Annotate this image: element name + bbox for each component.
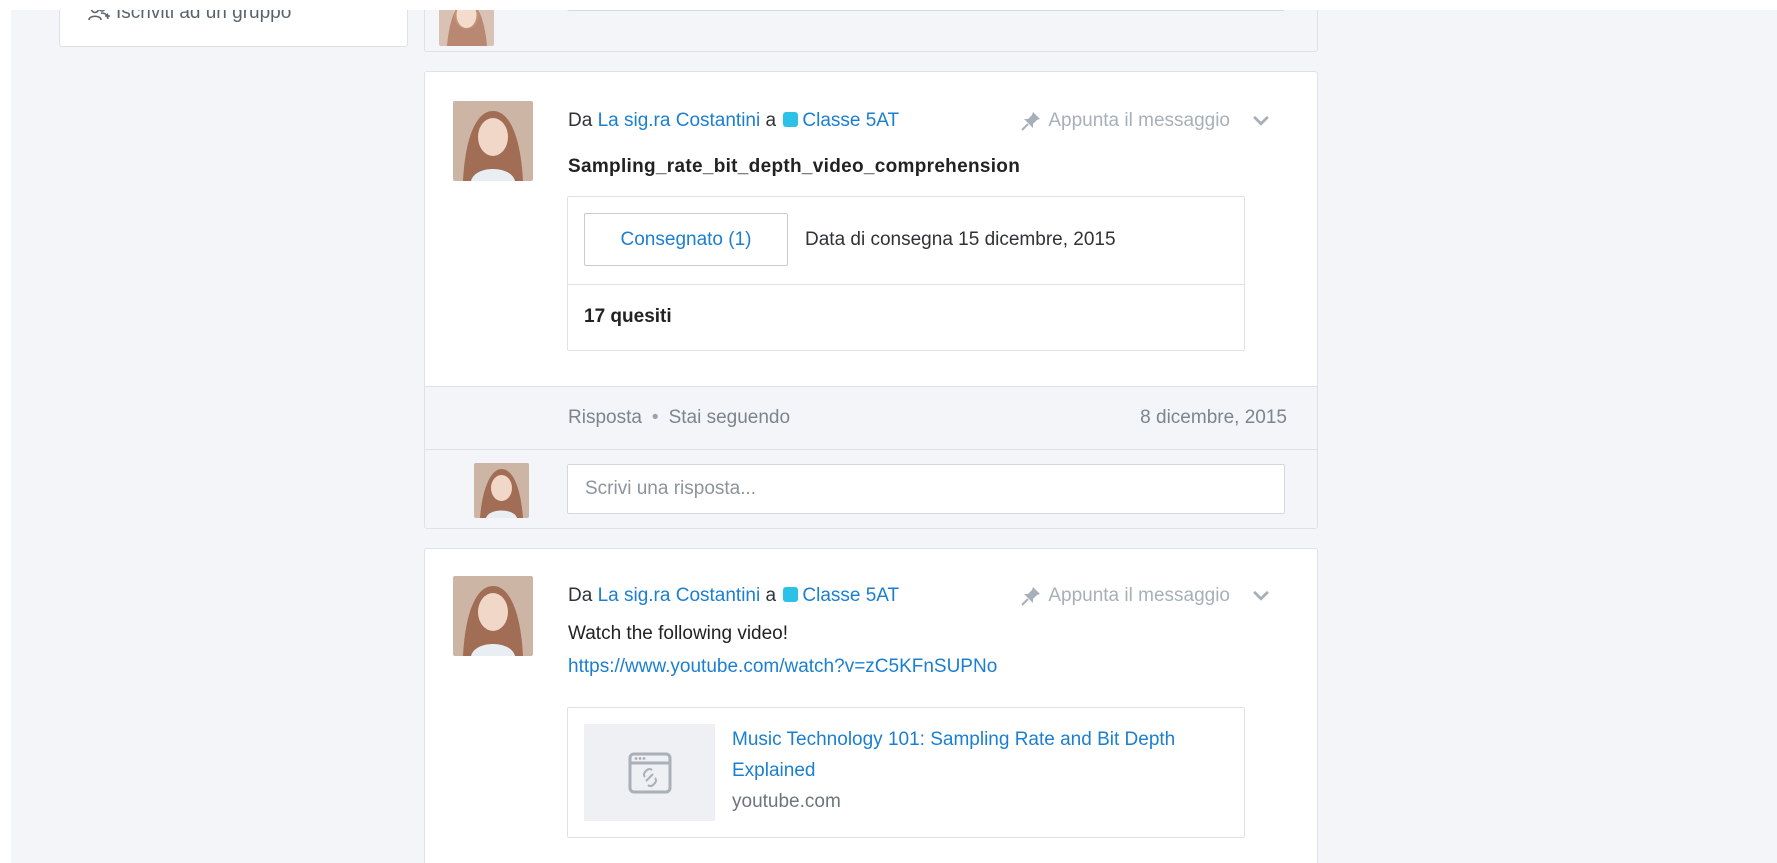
preview-domain: youtube.com xyxy=(732,791,841,812)
following-toggle[interactable]: Stai seguendo xyxy=(669,407,791,429)
reply-row xyxy=(425,449,1317,528)
turned-in-button[interactable]: Consegnato (1) xyxy=(584,213,788,266)
pin-icon xyxy=(1021,587,1041,606)
pin-icon xyxy=(1021,112,1041,131)
reply-link[interactable]: Risposta xyxy=(568,407,642,429)
pin-message-button[interactable]: Appunta il messaggio xyxy=(1020,585,1272,607)
post-header: Da La sig.ra Costantini a Classe 5AT xyxy=(568,585,899,607)
due-date: Data di consegna 15 dicembre, 2015 xyxy=(805,229,1116,250)
assignment-box: Consegnato (1) Data di consegna 15 dicem… xyxy=(567,196,1245,351)
to-word: a xyxy=(765,110,777,131)
group-color-square xyxy=(783,587,799,602)
footer-actions: Risposta • Stai seguendo xyxy=(568,407,790,429)
sidebar-groups-card: Iscriviti ad un gruppo xyxy=(59,10,408,47)
current-user-avatar xyxy=(474,463,529,518)
from-prefix: Da xyxy=(568,585,593,606)
previous-post-card xyxy=(424,10,1318,52)
separator-dot: • xyxy=(651,407,659,428)
from-prefix: Da xyxy=(568,110,593,131)
stream-page: Iscriviti ad un gruppo Da La sig.ra Cost… xyxy=(11,10,1777,863)
video-link[interactable]: https://www.youtube.com/watch?v=zC5KFnSU… xyxy=(568,656,997,677)
chevron-down-icon[interactable] xyxy=(1250,585,1272,607)
group-join-icon xyxy=(88,10,110,21)
author-avatar[interactable] xyxy=(453,101,533,181)
pin-label: Appunta il messaggio xyxy=(1048,585,1230,606)
chevron-down-icon[interactable] xyxy=(1250,110,1272,132)
author-link[interactable]: La sig.ra Costantini xyxy=(598,585,761,606)
video-post-card: Da La sig.ra Costantini a Classe 5AT App… xyxy=(424,548,1318,863)
author-avatar[interactable] xyxy=(453,576,533,656)
reply-input[interactable] xyxy=(567,10,1285,11)
assignment-title[interactable]: Sampling_rate_bit_depth_video_comprehens… xyxy=(568,156,1020,178)
author-link[interactable]: La sig.ra Costantini xyxy=(598,110,761,131)
post-header: Da La sig.ra Costantini a Classe 5AT xyxy=(568,110,899,132)
group-link[interactable]: Classe 5AT xyxy=(802,110,899,131)
to-word: a xyxy=(765,585,777,606)
join-group-link[interactable]: Iscriviti ad un gruppo xyxy=(88,10,291,24)
post-text: Watch the following video! xyxy=(568,623,789,644)
pin-label: Appunta il messaggio xyxy=(1048,110,1230,131)
pin-message-button[interactable]: Appunta il messaggio xyxy=(1020,110,1272,132)
post-footer: Risposta • Stai seguendo 8 dicembre, 201… xyxy=(425,386,1317,449)
post-date: 8 dicembre, 2015 xyxy=(1140,407,1287,428)
link-placeholder-icon xyxy=(628,752,671,793)
question-count: 17 quesiti xyxy=(584,306,672,327)
avatar xyxy=(439,10,494,46)
preview-title[interactable]: Music Technology 101: Sampling Rate and … xyxy=(732,724,1232,786)
preview-thumbnail xyxy=(584,724,715,821)
link-preview-card[interactable]: Music Technology 101: Sampling Rate and … xyxy=(567,707,1245,838)
join-group-label: Iscriviti ad un gruppo xyxy=(116,10,292,23)
assignment-post-card: Da La sig.ra Costantini a Classe 5AT App… xyxy=(424,71,1318,529)
post-body: Watch the following video! https://www.y… xyxy=(568,617,997,683)
divider xyxy=(568,284,1244,285)
group-link[interactable]: Classe 5AT xyxy=(802,585,899,606)
reply-input[interactable] xyxy=(567,464,1285,514)
group-color-square xyxy=(783,112,799,127)
